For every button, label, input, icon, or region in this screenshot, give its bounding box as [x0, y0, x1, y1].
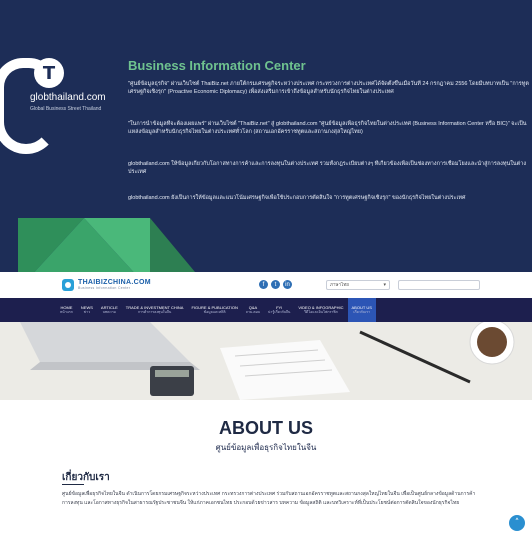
site-header-bar: THAIBIZCHINA.COM Business Information Ce…: [0, 272, 532, 298]
site-logo[interactable]: THAIBIZCHINA.COM Business Information Ce…: [62, 278, 151, 292]
banner-paragraph-1: "ศูนย์ข้อมูลธุรกิจ" ผ่านเว็บไซต์ ThaiBiz…: [128, 81, 529, 95]
nav-label-th: ถาม-ตอบ: [245, 310, 261, 314]
nav-item-home[interactable]: HOME หน้าแรก: [56, 298, 77, 322]
search-input[interactable]: [398, 280, 480, 290]
page-subtitle: ศูนย์ข้อมูลเพื่อธุรกิจไทยในจีน: [215, 443, 317, 452]
linkedin-icon[interactable]: in: [283, 280, 292, 289]
hero-image: [0, 322, 532, 400]
nav-item-news[interactable]: NEWS ข่าว: [77, 298, 97, 322]
banner-paragraph-3: globthailand.com ให้ข้อมูลเกี่ยวกับโอกาส…: [128, 161, 527, 175]
nav-item-fyi[interactable]: FYI น่ารู้เกี่ยวกับจีน: [264, 298, 294, 322]
nav-item-about-us[interactable]: ABOUT US เกี่ยวกับเรา: [347, 298, 376, 322]
nav-label-th: เกี่ยวกับเรา: [353, 310, 371, 314]
t-circle-icon: T: [34, 58, 64, 88]
banner-paragraph-4: globthailand.com ยังเป็นการให้ข้อมูลและแ…: [128, 195, 466, 201]
about-body-text: ศูนย์ข้อมูลเพื่อธุรกิจไทยในจีน ดำเนินการ…: [62, 491, 476, 506]
nav-item-trade-investment[interactable]: TRADE & INVESTMENT CHINA การค้าการลงทุนใ…: [122, 298, 188, 322]
nav-label-th: ข้อมูลและสถิติ: [203, 310, 226, 314]
logo-main-text: THAIBIZCHINA.COM: [78, 279, 151, 286]
nav-label-th: การค้าการลงทุนในจีน: [137, 310, 172, 314]
logo-subtext: Global Business Street Thailand: [30, 106, 102, 112]
nav-item-figure-publication[interactable]: FIGURE & PUBLICATION ข้อมูลและสถิติ: [187, 298, 241, 322]
section-heading: เกี่ยวกับเรา: [62, 472, 110, 483]
nav-label-th: วีดีโอและอินโฟกราฟิก: [303, 310, 338, 314]
nav-label-th: น่ารู้เกี่ยวกับจีน: [268, 310, 291, 314]
main-nav: HOME หน้าแรก NEWS ข่าว ARTICLE บทความ TR…: [0, 298, 532, 322]
logo-text: globthailand.com: [30, 92, 106, 103]
desk-illustration: [0, 322, 532, 400]
page-title: ABOUT US: [219, 418, 313, 438]
chevron-down-icon: ▾: [383, 282, 386, 288]
social-links: f t in: [259, 280, 292, 289]
nav-item-article[interactable]: ARTICLE บทความ: [97, 298, 122, 322]
banner-title: Business Information Center: [128, 58, 306, 73]
logo-sub-text: Business Information Center: [78, 286, 131, 290]
nav-label-th: บทความ: [102, 310, 116, 314]
banner-paragraph-2: "ในการนำข้อมูลที่จะต้องเผยแพร่" ผ่านเว็บ…: [128, 121, 527, 135]
language-select-value: ภาษาไทย: [330, 282, 349, 287]
nav-label-th: ข่าว: [83, 310, 91, 314]
facebook-icon[interactable]: f: [259, 280, 268, 289]
chevron-up-icon: ˄: [514, 518, 520, 528]
nav-item-video-infographic[interactable]: VIDEO & INFOGRAPHIC วีดีโอและอินโฟกราฟิก: [294, 298, 347, 322]
scroll-top-button[interactable]: ˄: [509, 515, 525, 531]
section-divider: [62, 484, 84, 485]
globthailand-logo[interactable]: T globthailand.com Global Business Stree…: [0, 58, 120, 168]
bic-banner: T globthailand.com Global Business Stree…: [0, 0, 532, 290]
twitter-icon[interactable]: t: [271, 280, 280, 289]
nav-label-th: หน้าแรก: [60, 310, 73, 314]
logo-mark-icon: [62, 279, 74, 291]
language-select[interactable]: ภาษาไทย ▾: [326, 280, 390, 290]
nav-item-qa[interactable]: Q&A ถาม-ตอบ: [242, 298, 264, 322]
